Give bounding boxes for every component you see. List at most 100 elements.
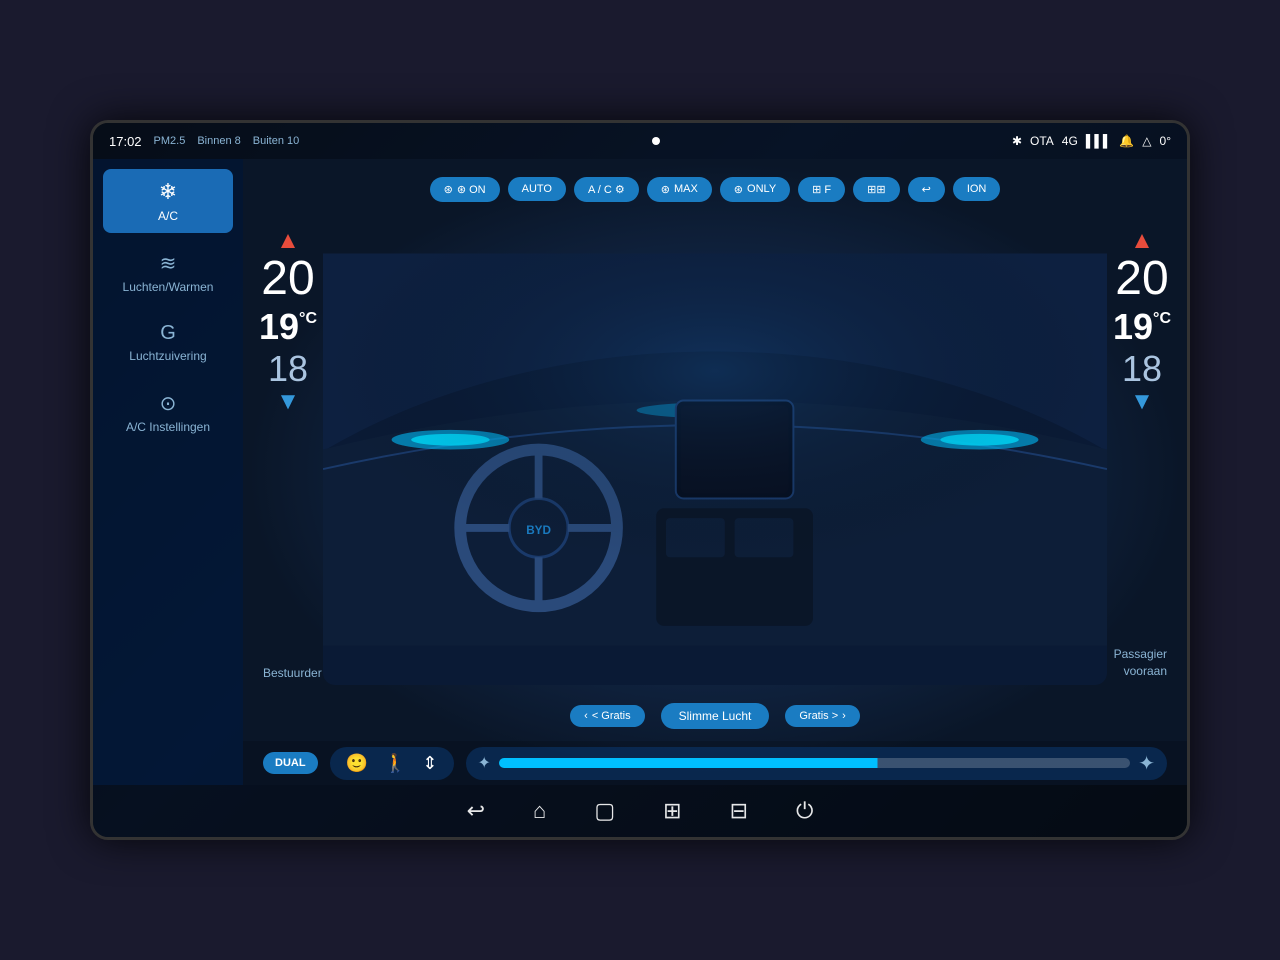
- vent-body-icon: 🚶: [384, 753, 406, 773]
- vooraan-text: vooraan: [1114, 663, 1167, 680]
- signal-label: 4G: [1062, 134, 1078, 148]
- binnen-label: Binnen 8: [197, 135, 240, 147]
- vent-face-button[interactable]: 🙂: [342, 751, 372, 776]
- ion-button[interactable]: ION: [953, 177, 1001, 201]
- sidebar-item-air-purify[interactable]: G Luchtzuivering: [103, 312, 233, 373]
- vent-body-button[interactable]: 🚶: [380, 751, 410, 776]
- slimme-lucht-button[interactable]: Slimme Lucht: [661, 703, 770, 729]
- heat-front-label: ⊞ F: [812, 183, 831, 196]
- temp-right-control: ▲ 20 19 °C 18 ▼: [1113, 229, 1171, 414]
- passagier-label: Passagier vooraan: [1114, 646, 1167, 680]
- signal-bars: ▌▌▌: [1086, 134, 1112, 148]
- temp-left-unit: °C: [299, 310, 317, 328]
- recirculate-icon: ↩: [922, 183, 931, 196]
- temp-right-high: 20: [1115, 253, 1168, 306]
- temp-left-low: 18: [268, 348, 308, 390]
- ac-mode-label: A / C ⚙: [588, 183, 625, 196]
- heat-both-label: ⊞⊞: [867, 183, 885, 196]
- screen: 17:02 PM2.5 Binnen 8 Buiten 10 ✱ OTA 4G …: [93, 123, 1187, 837]
- air-purify-icon: G: [160, 322, 176, 345]
- gratis-left-button[interactable]: ‹ < Gratis: [570, 705, 645, 727]
- air-purify-label: Luchtzuivering: [129, 349, 206, 363]
- apps-button[interactable]: ⊞: [663, 798, 681, 824]
- max-button[interactable]: ⊛ MAX: [647, 177, 712, 202]
- temp-left-control: ▲ 20 19 °C 18 ▼: [259, 229, 317, 414]
- recent-apps-button[interactable]: ▢: [594, 798, 615, 824]
- vent-buttons: 🙂 🚶 ⇕: [330, 747, 454, 780]
- buiten-label: Buiten 10: [253, 135, 299, 147]
- auto-label: AUTO: [522, 183, 552, 195]
- only-label: ONLY: [747, 183, 776, 195]
- dual-button[interactable]: DUAL: [263, 752, 318, 774]
- temp-left-down[interactable]: ▼: [276, 390, 300, 414]
- sound-icon: △: [1142, 134, 1151, 148]
- notification-dot: [652, 137, 660, 145]
- vent-heat-icon: ≋: [160, 251, 177, 276]
- temp-left-high: 20: [261, 253, 314, 306]
- gratis-right-button[interactable]: Gratis > ›: [785, 705, 860, 727]
- fan-row: DUAL 🙂 🚶 ⇕: [243, 741, 1187, 785]
- sidebar-item-vent-heat[interactable]: ≋ Luchten/Warmen: [103, 241, 233, 304]
- recent-apps-icon: ▢: [594, 798, 615, 823]
- ota-label: OTA: [1030, 134, 1054, 148]
- ac-label: A/C: [158, 209, 178, 223]
- status-left: 17:02 PM2.5 Binnen 8 Buiten 10: [109, 134, 299, 149]
- status-bar: 17:02 PM2.5 Binnen 8 Buiten 10 ✱ OTA 4G …: [93, 123, 1187, 159]
- max-icon: ⊛: [661, 183, 670, 196]
- pm25-label: PM2.5: [154, 135, 186, 147]
- temp-right-up[interactable]: ▲: [1130, 229, 1154, 253]
- fan-on-icon: ⊛: [444, 183, 453, 196]
- passagier-text: Passagier: [1114, 646, 1167, 663]
- temp-right-low: 18: [1122, 348, 1162, 390]
- vent-heat-label: Luchten/Warmen: [123, 280, 214, 294]
- slimme-lucht-label: Slimme Lucht: [679, 709, 752, 723]
- bottom-controls: ‹ < Gratis Slimme Lucht Gratis > ›: [243, 691, 1187, 785]
- temp-right-down[interactable]: ▼: [1130, 390, 1154, 414]
- only-button[interactable]: ⊛ ONLY: [720, 177, 790, 202]
- sidebar-item-ac[interactable]: ❄ A/C: [103, 169, 233, 233]
- mode-row: ‹ < Gratis Slimme Lucht Gratis > ›: [243, 691, 1187, 741]
- power-icon: ⏻: [796, 798, 813, 823]
- ac-icon: ❄: [159, 179, 177, 205]
- temp-status: 0°: [1160, 134, 1171, 148]
- sidebar: ❄ A/C ≋ Luchten/Warmen G Luchtzuivering …: [93, 159, 243, 785]
- max-label: MAX: [674, 183, 698, 195]
- main-content: ❄ A/C ≋ Luchten/Warmen G Luchtzuivering …: [93, 159, 1187, 785]
- bestuurder-label: Bestuurder: [263, 666, 322, 680]
- temp-left-value: 19: [259, 306, 299, 348]
- time-display: 17:02: [109, 134, 142, 149]
- ac-settings-icon: ⊙: [160, 391, 177, 416]
- fan-on-button[interactable]: ⊛ ⊛ ON: [430, 177, 500, 202]
- car-area: BYD: [243, 159, 1187, 785]
- sidebar-item-ac-settings[interactable]: ⊙ A/C Instellingen: [103, 381, 233, 444]
- temp-right-current: 19 °C: [1113, 306, 1171, 348]
- back-button[interactable]: ↩: [467, 798, 485, 824]
- ac-button[interactable]: A / C ⚙: [574, 177, 639, 202]
- split-screen-icon: ⊟: [730, 798, 748, 823]
- fan-speed-slider[interactable]: [499, 758, 1130, 768]
- status-right: ✱ OTA 4G ▌▌▌ 🔔 △ 0°: [1012, 134, 1171, 148]
- gratis-right-icon: ›: [842, 710, 846, 722]
- vent-feet-button[interactable]: ⇕: [418, 751, 441, 776]
- fan-slow-icon: ✦: [478, 753, 491, 773]
- ion-label: ION: [967, 183, 987, 195]
- heat-both-button[interactable]: ⊞⊞: [853, 177, 899, 202]
- dashboard-image: BYD: [323, 214, 1107, 685]
- fan-slider-container: ✦ ✦: [466, 747, 1168, 780]
- home-button[interactable]: ⌂: [533, 798, 546, 824]
- top-buttons: ⊛ ⊛ ON AUTO A / C ⚙ ⊛ MAX ⊛: [243, 159, 1187, 219]
- vent-face-icon: 🙂: [346, 753, 368, 773]
- gratis-left-icon: ‹: [584, 710, 588, 722]
- device-bezel: 17:02 PM2.5 Binnen 8 Buiten 10 ✱ OTA 4G …: [90, 120, 1190, 840]
- fan-fast-icon: ✦: [1138, 751, 1155, 776]
- split-screen-button[interactable]: ⊟: [730, 798, 748, 824]
- temp-left-up[interactable]: ▲: [276, 229, 300, 253]
- recirculate-button[interactable]: ↩: [908, 177, 945, 202]
- power-button[interactable]: ⏻: [796, 798, 813, 824]
- back-icon: ↩: [467, 798, 485, 823]
- home-icon: ⌂: [533, 798, 546, 823]
- only-icon: ⊛: [734, 183, 743, 196]
- auto-button[interactable]: AUTO: [508, 177, 566, 201]
- apps-icon: ⊞: [663, 798, 681, 823]
- heat-front-button[interactable]: ⊞ F: [798, 177, 845, 202]
